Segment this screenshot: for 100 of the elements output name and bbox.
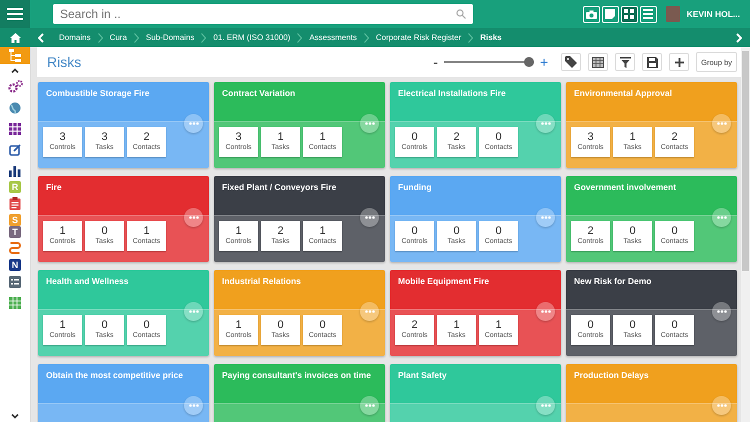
camera-view-button[interactable]	[582, 6, 600, 22]
zoom-in-button[interactable]: +	[540, 54, 548, 70]
chevron-icon	[297, 32, 302, 42]
home-icon	[10, 32, 20, 42]
card-title: Fixed Plant / Conveyors Fire	[214, 176, 385, 216]
chevron-icon	[468, 32, 474, 42]
table-button[interactable]	[588, 53, 608, 71]
plus-button[interactable]	[669, 53, 690, 71]
card-title: Health and Wellness	[38, 270, 209, 310]
note-icon	[605, 9, 616, 19]
hierarchy-icon	[9, 49, 21, 62]
card-title: Combustible Storage Fire	[38, 82, 209, 122]
count-value: 1	[143, 225, 150, 237]
search-field[interactable]: Search in ..	[53, 4, 473, 24]
breadcrumb-link[interactable]: Sub-Domains	[146, 33, 194, 42]
chevron-icon	[364, 32, 369, 42]
count-value: 1	[319, 131, 326, 143]
count-value: 2	[453, 131, 460, 143]
count-value: 1	[453, 319, 460, 331]
list-icon	[643, 9, 654, 19]
count-value: 0	[411, 225, 418, 237]
table-icon	[592, 56, 604, 68]
ellipsis-icon	[540, 404, 550, 407]
bar-chart-icon[interactable]	[9, 164, 21, 176]
count-value: 0	[495, 131, 502, 143]
ellipsis-icon	[540, 216, 550, 219]
save-button[interactable]	[642, 53, 662, 71]
ellipsis-icon	[540, 310, 550, 313]
tag-button[interactable]	[561, 53, 582, 71]
breadcrumb-link[interactable]: Corporate Risk Register	[376, 33, 462, 42]
table-icon[interactable]	[9, 296, 21, 308]
card-title: Mobile Equipment Fire	[390, 270, 561, 310]
count-value: 1	[235, 319, 242, 331]
clipboard-icon[interactable]	[9, 197, 21, 210]
count-value: 0	[319, 319, 326, 331]
grid-view-button[interactable]	[620, 6, 638, 22]
card-title: Obtain the most competitive price	[38, 364, 209, 404]
ellipsis-icon	[364, 404, 374, 407]
more-button[interactable]	[712, 302, 731, 321]
card-title: Production Delays	[566, 364, 737, 404]
ellipsis-icon	[716, 404, 726, 407]
gears-icon[interactable]	[8, 80, 22, 93]
ellipsis-icon	[188, 404, 198, 407]
card-title: Environmental Approval	[566, 82, 737, 122]
count-value: 1	[59, 225, 66, 237]
card-title: Paying consultant's invoices on time	[214, 364, 385, 404]
count-value: 0	[277, 319, 284, 331]
breadcrumb-link[interactable]: Risks	[480, 33, 502, 42]
caret-down-icon[interactable]	[11, 414, 19, 418]
ellipsis-icon	[364, 216, 374, 219]
count-value: 3	[59, 131, 66, 143]
letter-icon[interactable]: T	[9, 226, 21, 238]
grid-icon	[624, 9, 634, 19]
more-button[interactable]	[360, 208, 379, 227]
route-icon[interactable]	[9, 242, 21, 255]
ellipsis-icon	[540, 122, 550, 125]
save-icon	[646, 56, 658, 68]
caret-up-icon[interactable]	[11, 68, 19, 72]
breadcrumb-link[interactable]: Cura	[110, 33, 127, 42]
filter-button[interactable]	[615, 53, 636, 71]
tag-icon	[565, 56, 578, 68]
letter-icon[interactable]: N	[9, 259, 21, 271]
count-value: 2	[671, 131, 678, 143]
zoom-out-button[interactable]: -	[433, 54, 438, 70]
card-title: Contract Variation	[214, 82, 385, 122]
note-view-button[interactable]	[602, 6, 619, 22]
count-value: 1	[277, 131, 284, 143]
ellipsis-icon	[716, 216, 726, 219]
breadcrumb-link[interactable]: 01. ERM (ISO 31000)	[213, 33, 290, 42]
scrollbar[interactable]	[741, 47, 750, 422]
more-button[interactable]	[536, 302, 555, 321]
breadcrumb-link[interactable]: Assessments	[309, 33, 357, 42]
edit-icon[interactable]	[9, 144, 21, 156]
count-value: 0	[101, 225, 108, 237]
card-title: Funding	[390, 176, 561, 216]
search-icon	[456, 9, 466, 19]
breadcrumb-link[interactable]: Domains	[59, 33, 91, 42]
camera-icon	[586, 10, 597, 18]
ellipsis-icon	[188, 310, 198, 313]
list-view-button[interactable]	[640, 6, 657, 22]
chevron-icon	[134, 32, 139, 42]
more-button[interactable]	[184, 208, 203, 227]
ellipsis-icon	[364, 310, 374, 313]
list-icon[interactable]	[9, 276, 21, 288]
card-title: Plant Safety	[390, 364, 561, 404]
globe-icon[interactable]	[9, 102, 21, 114]
count-value: 1	[235, 225, 242, 237]
grid-icon[interactable]	[9, 122, 21, 134]
count-value: 0	[671, 225, 678, 237]
page-title: Risks	[47, 54, 82, 70]
filter-icon	[620, 56, 631, 68]
count-value: 1	[629, 131, 636, 143]
card-title: Fire	[38, 176, 209, 216]
count-value: 2	[143, 131, 150, 143]
count-value: 0	[495, 225, 502, 237]
count-value: 0	[629, 225, 636, 237]
count-value: 0	[629, 319, 636, 331]
menu-button[interactable]	[0, 0, 30, 28]
count-value: 2	[587, 225, 594, 237]
count-value: 1	[319, 225, 326, 237]
